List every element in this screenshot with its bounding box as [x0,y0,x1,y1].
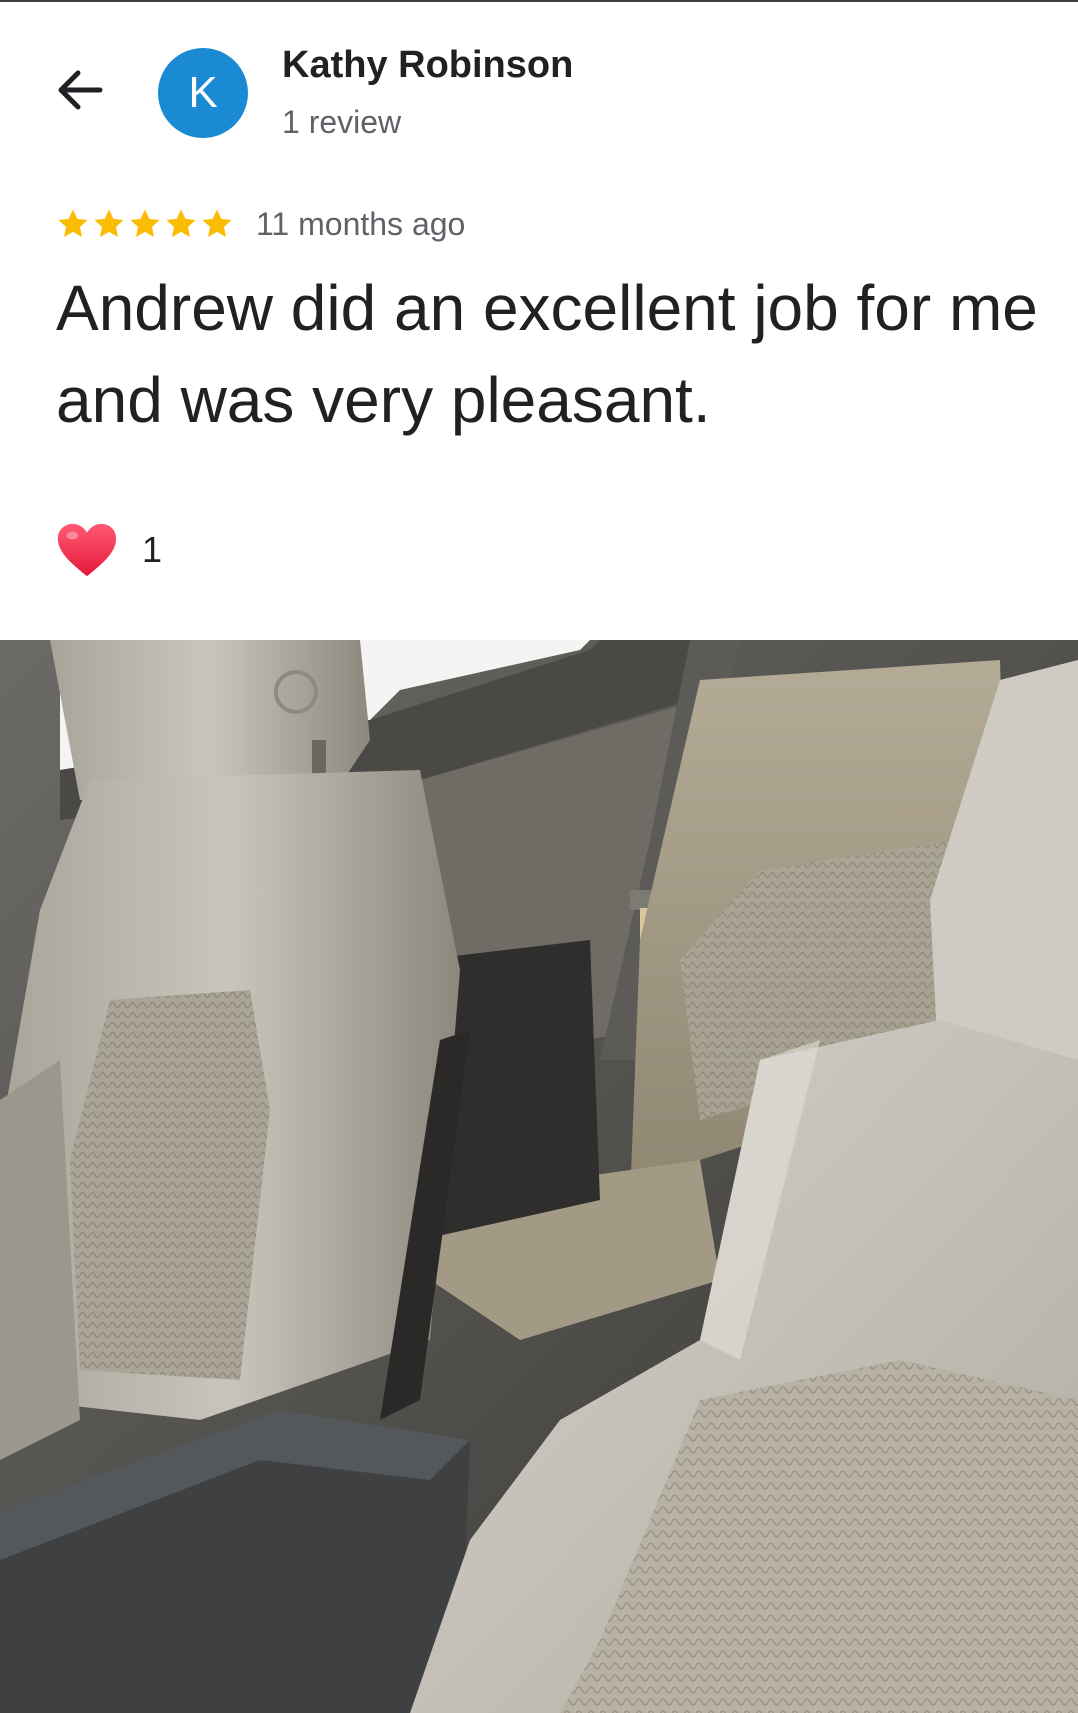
rating-row: 11 months ago [56,200,465,248]
star-icon [166,209,196,238]
review-photo[interactable] [0,640,1078,1713]
review-text: Andrew did an excellent job for me and w… [56,272,1038,436]
review-time: 11 months ago [256,205,466,242]
reviewer-name[interactable]: Kathy Robinson [282,44,573,87]
reaction-button[interactable]: 1 [56,520,162,580]
star-icon [130,209,160,238]
avatar[interactable]: K [158,48,248,138]
reviewer-review-count: 1 review [282,104,402,140]
reaction-count: 1 [142,529,163,570]
star-icon [94,209,124,238]
top-divider [0,0,1078,2]
star-icon [58,209,88,238]
car-interior-photo [0,640,1078,1713]
star-icon [202,209,232,238]
heart-icon [57,523,117,577]
back-button[interactable] [50,60,110,120]
avatar-initial: K [188,68,218,117]
arrow-left-icon [58,70,103,110]
